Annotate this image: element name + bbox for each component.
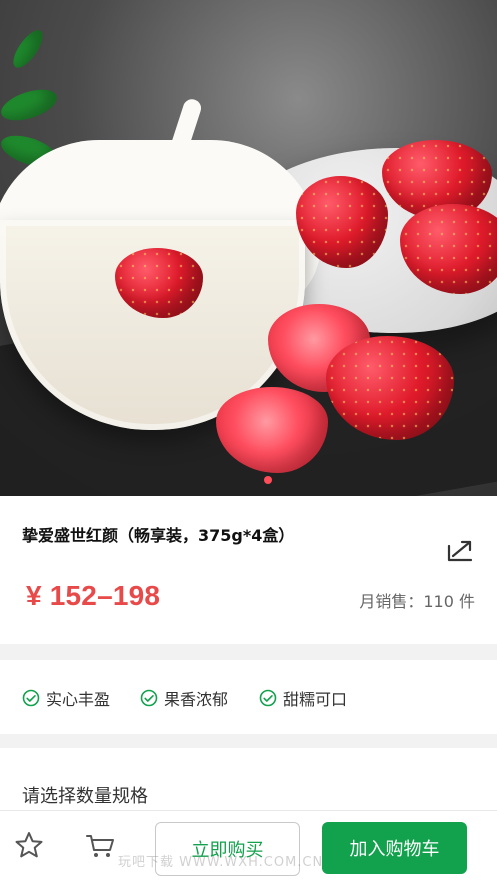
carousel-indicator[interactable] <box>264 476 272 484</box>
mint-leaf <box>8 25 48 73</box>
check-circle-icon <box>259 689 277 707</box>
product-price: ¥ 152–198 <box>26 580 161 611</box>
product-hero-image <box>0 0 497 496</box>
feature-tag-3: 甜糯可口 <box>259 686 347 710</box>
mint-leaf <box>0 83 61 127</box>
monthly-sales: 月销售：110 件 <box>359 592 475 611</box>
product-title: 挚爱盛世红颜（畅享装，375g*4盒） <box>22 526 295 545</box>
section-divider <box>0 644 497 660</box>
feature-tag-label: 果香浓郁 <box>164 690 229 709</box>
star-outline-icon[interactable] <box>12 828 46 862</box>
feature-tag-2: 果香浓郁 <box>140 686 228 710</box>
share-icon[interactable] <box>444 538 476 564</box>
check-circle-icon <box>140 689 158 707</box>
cart-icon[interactable] <box>83 828 117 862</box>
watermark: 玩吧下载 WWW.WXH.COM.CN <box>118 855 324 870</box>
section-divider <box>0 734 497 748</box>
product-info-card <box>0 496 497 644</box>
spec-selector-label: 请选择数量规格 <box>22 786 148 807</box>
feature-tag-1: 实心丰盈 <box>22 686 110 710</box>
check-circle-icon <box>22 689 40 707</box>
feature-tag-label: 实心丰盈 <box>46 690 111 709</box>
feature-tag-label: 甜糯可口 <box>283 690 348 709</box>
